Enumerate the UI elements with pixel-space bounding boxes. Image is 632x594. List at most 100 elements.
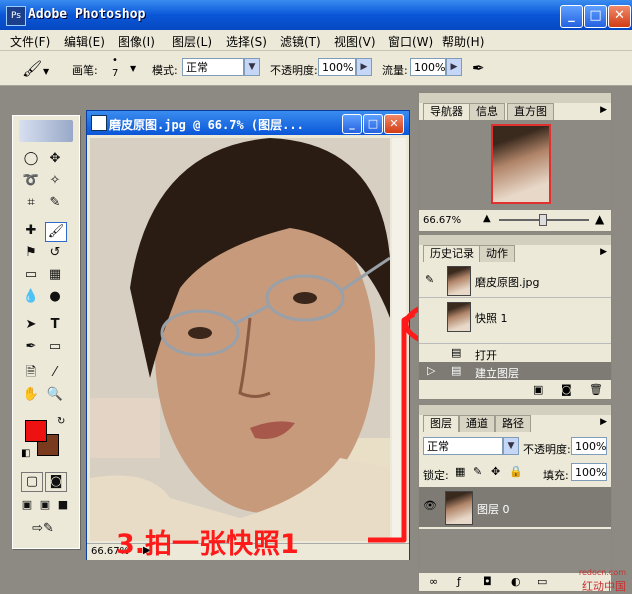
- document-maximize-button[interactable]: □: [363, 114, 383, 134]
- tab-histogram[interactable]: 直方图: [507, 103, 554, 120]
- mode-select[interactable]: 正常: [182, 58, 244, 76]
- menu-filter[interactable]: 滤镜(T): [280, 33, 321, 50]
- blur-tool-icon[interactable]: 💧: [21, 288, 41, 306]
- document-close-button[interactable]: ✕: [384, 114, 404, 134]
- screen-mode-menu-icon[interactable]: ▣: [35, 496, 55, 514]
- screen-mode-standard-icon[interactable]: ▣: [17, 496, 37, 514]
- palette-menu-icon[interactable]: ▶: [600, 247, 607, 257]
- healing-brush-tool-icon[interactable]: ✚: [21, 222, 41, 240]
- layer-mask-icon[interactable]: ◘: [483, 575, 492, 588]
- history-brush-tool-icon[interactable]: ↺: [45, 244, 65, 262]
- standard-mode-icon[interactable]: ▢: [21, 472, 43, 492]
- layer-opacity-input[interactable]: 100%: [571, 437, 607, 455]
- flow-input[interactable]: 100%: [410, 58, 446, 76]
- zoom-slider-handle[interactable]: [539, 214, 547, 226]
- minimize-button[interactable]: _: [560, 5, 583, 28]
- new-group-icon[interactable]: ▭: [537, 575, 547, 588]
- maximize-button[interactable]: □: [584, 5, 607, 28]
- layer-style-icon[interactable]: ƒ: [457, 575, 461, 588]
- stamp-tool-icon[interactable]: ⚑: [21, 244, 41, 262]
- opacity-input[interactable]: 100%: [318, 58, 356, 76]
- layer-row-selected[interactable]: 👁 图层 0: [419, 487, 611, 527]
- notes-tool-icon[interactable]: 🗎: [21, 364, 41, 382]
- image-canvas[interactable]: [90, 138, 390, 541]
- swap-colors-icon[interactable]: ↻: [57, 416, 65, 427]
- lock-all-icon[interactable]: 🔒: [509, 465, 523, 478]
- history-brush-source-icon[interactable]: ✎: [425, 273, 434, 286]
- menu-file[interactable]: 文件(F): [10, 33, 50, 50]
- zoom-out-icon[interactable]: ▲: [483, 213, 491, 224]
- delete-state-icon[interactable]: 🗑: [589, 383, 603, 396]
- type-tool-icon[interactable]: T: [45, 316, 65, 334]
- navigator-thumbnail[interactable]: [491, 124, 551, 204]
- brush-tool-icon[interactable]: 🖌: [22, 59, 42, 78]
- tab-history[interactable]: 历史记录: [423, 245, 481, 262]
- path-selection-tool-icon[interactable]: ➤: [21, 316, 41, 334]
- menu-select[interactable]: 选择(S): [226, 33, 267, 50]
- palette-grip[interactable]: [419, 93, 611, 103]
- screen-mode-full-icon[interactable]: ■: [53, 496, 73, 514]
- menu-view[interactable]: 视图(V): [334, 33, 376, 50]
- eyedropper-tool-icon[interactable]: ⁄: [45, 364, 65, 382]
- crop-tool-icon[interactable]: ⌗: [21, 194, 41, 212]
- layer-fill-input[interactable]: 100%: [571, 463, 607, 481]
- zoom-in-icon[interactable]: ▲: [595, 212, 604, 226]
- history-snapshot-row[interactable]: 快照 1: [419, 299, 611, 333]
- default-colors-icon[interactable]: ◧: [21, 448, 30, 459]
- lasso-tool-icon[interactable]: ➰: [21, 172, 41, 190]
- flow-slider-icon[interactable]: ▶: [446, 58, 462, 76]
- tab-info[interactable]: 信息: [469, 103, 505, 120]
- marquee-tool-icon[interactable]: ◯: [21, 150, 41, 168]
- palette-grip[interactable]: [419, 235, 611, 245]
- zoom-tool-icon[interactable]: 🔍: [45, 386, 65, 404]
- hand-tool-icon[interactable]: ✋: [21, 386, 41, 404]
- menu-image[interactable]: 图像(I): [118, 33, 155, 50]
- magic-wand-tool-icon[interactable]: ✧: [45, 172, 65, 190]
- airbrush-icon[interactable]: ✒: [472, 59, 485, 77]
- brush-size[interactable]: 7: [112, 68, 118, 79]
- brush-tool-selected-icon[interactable]: 🖌: [45, 222, 67, 242]
- palette-menu-icon[interactable]: ▶: [600, 417, 607, 427]
- slice-tool-icon[interactable]: ✎: [45, 194, 65, 212]
- close-button[interactable]: ✕: [608, 5, 631, 28]
- menu-help[interactable]: 帮助(H): [442, 33, 484, 50]
- shape-tool-icon[interactable]: ▭: [45, 338, 65, 356]
- foreground-color-swatch[interactable]: [25, 420, 47, 442]
- menu-edit[interactable]: 编辑(E): [64, 33, 105, 50]
- lock-position-icon[interactable]: ✥: [491, 465, 500, 478]
- menu-layer[interactable]: 图层(L): [172, 33, 212, 50]
- palette-menu-icon[interactable]: ▶: [600, 105, 607, 115]
- tab-actions[interactable]: 动作: [479, 245, 515, 262]
- layer-visibility-eye-icon[interactable]: 👁: [423, 499, 437, 512]
- mode-dropdown-icon[interactable]: ▼: [244, 58, 260, 76]
- history-brush-source-icon[interactable]: ▷: [427, 364, 435, 377]
- history-state-row-selected[interactable]: ▷ ▤ 建立图层: [419, 362, 611, 380]
- quick-mask-mode-icon[interactable]: ◙: [45, 472, 67, 492]
- tab-navigator[interactable]: 导航器: [423, 103, 470, 120]
- brush-dropdown-icon[interactable]: ▼: [130, 64, 136, 73]
- document-minimize-button[interactable]: _: [342, 114, 362, 134]
- eraser-tool-icon[interactable]: ▭: [21, 266, 41, 284]
- lock-pixels-icon[interactable]: ✎: [473, 465, 482, 478]
- gradient-tool-icon[interactable]: ▦: [45, 266, 65, 284]
- pen-tool-icon[interactable]: ✒: [21, 338, 41, 356]
- new-snapshot-icon[interactable]: ◙: [561, 383, 572, 396]
- jump-to-imageready-icon[interactable]: ⇨✎: [23, 520, 63, 538]
- adjustment-layer-icon[interactable]: ◐: [511, 575, 521, 588]
- palette-grip[interactable]: [419, 405, 611, 415]
- move-tool-icon[interactable]: ✥: [45, 150, 65, 168]
- menu-window[interactable]: 窗口(W): [388, 33, 433, 50]
- lock-transparency-icon[interactable]: ▦: [455, 465, 465, 478]
- history-snapshot-row[interactable]: ✎ 磨皮原图.jpg: [419, 263, 611, 298]
- tab-layers[interactable]: 图层: [423, 415, 459, 432]
- blend-mode-select[interactable]: 正常: [423, 437, 503, 455]
- dodge-tool-icon[interactable]: ●: [45, 288, 65, 306]
- link-layers-icon[interactable]: ∞: [429, 575, 438, 588]
- tab-channels[interactable]: 通道: [459, 415, 495, 432]
- history-state-row[interactable]: ▤ 打开: [419, 343, 611, 362]
- tab-paths[interactable]: 路径: [495, 415, 531, 432]
- new-document-from-state-icon[interactable]: ▣: [533, 383, 543, 396]
- tool-preset-dropdown-icon[interactable]: ▼: [43, 67, 49, 76]
- navigator-zoom[interactable]: 66.67%: [423, 215, 461, 226]
- blend-mode-dropdown-icon[interactable]: ▼: [503, 437, 519, 455]
